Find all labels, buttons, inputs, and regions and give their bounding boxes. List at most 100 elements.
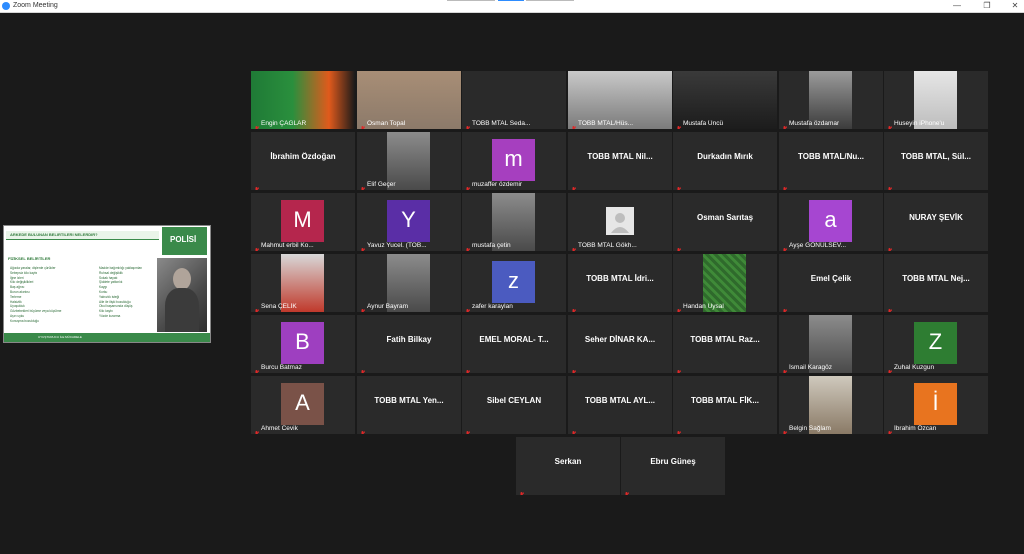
minimize-button[interactable]: — [950, 0, 964, 12]
mic-muted-icon [254, 364, 260, 373]
participant-tile[interactable]: TOBB MTAL AYL... [568, 376, 672, 434]
avatar: İ [914, 383, 957, 425]
participant-tile[interactable]: TOBB MTAL Nil... [568, 132, 672, 190]
participant-tile[interactable]: NURAY ŞEVİK [884, 193, 988, 251]
participant-tile[interactable]: Fatih Bilkay [357, 315, 461, 373]
participant-tile[interactable]: Elif Geçer [357, 132, 461, 190]
mic-muted-icon [887, 181, 893, 190]
participant-tile[interactable]: Sena ÇELİK [251, 254, 355, 312]
participant-label: İbrahim Özcan [894, 425, 937, 432]
mic-muted-icon [571, 120, 577, 129]
participant-tile[interactable]: İ İbrahim Özcan [884, 376, 988, 434]
participant-tile[interactable]: EMEL MORAL- T... [462, 315, 566, 373]
default-avatar-icon [606, 207, 634, 235]
screen-share-panel[interactable]: ARKEDE BULUNAN BELIRTILERI NELERDIR? POL… [3, 225, 211, 343]
mic-muted-icon [782, 303, 788, 312]
participant-tile[interactable]: TOBB MTAL/Hüs... [568, 71, 672, 129]
slide-header-bar: ARKEDE BULUNAN BELIRTILERI NELERDIR? [6, 231, 159, 240]
participant-tile[interactable]: Emel Çelik [779, 254, 883, 312]
slide-right-list: Madde bağımlılığı yaklaşımları Ruhsal de… [99, 266, 159, 319]
participant-label: Aynur Bayram [367, 303, 409, 310]
slide-footer: UYUŞTURUCU İLE MÜCADELE [38, 335, 82, 339]
participant-tile[interactable]: B Burcu Batmaz [251, 315, 355, 373]
police-logo-text: POLİSİ [170, 235, 197, 244]
mic-muted-icon [676, 303, 682, 312]
participant-tile[interactable]: Mustafa Üncü [673, 71, 777, 129]
avatar: A [281, 383, 324, 425]
mic-muted-icon [676, 120, 682, 129]
participant-tile[interactable]: İsmail Karagöz [779, 315, 883, 373]
participant-label: Zuhal Kuzgun [894, 364, 935, 371]
mic-muted-icon [571, 242, 577, 251]
participant-label: Engin ÇAĞLAR [261, 120, 307, 127]
participant-tile[interactable]: Belgin Sağlam [779, 376, 883, 434]
participant-tile[interactable]: M Mahmut erbil Ko... [251, 193, 355, 251]
participant-label: Yavuz Yucel. (TOB... [367, 242, 427, 249]
participant-tile[interactable]: Z Zuhal Kuzgun [884, 315, 988, 373]
participant-tile[interactable]: TOBB MTAL/Nu... [779, 132, 883, 190]
participant-name: TOBB MTAL İdri... [586, 274, 654, 283]
participant-tile[interactable]: Seher DİNAR KA... [568, 315, 672, 373]
participant-tile[interactable]: mustafa çetin [462, 193, 566, 251]
mic-muted-icon [887, 242, 893, 251]
participant-name: TOBB MTAL AYL... [584, 396, 656, 405]
participant-label: TOBB MTAL/Hüs... [578, 120, 634, 127]
slide-header: ARKEDE BULUNAN BELIRTILERI NELERDIR? [10, 232, 98, 237]
participant-tile[interactable]: Mustafa özdamar [779, 71, 883, 129]
participant-tile[interactable]: Sibel CEYLAN [462, 376, 566, 434]
participant-name: Sibel CEYLAN [486, 396, 542, 405]
mic-muted-icon [676, 364, 682, 373]
participant-label: zafer karaylan [472, 303, 513, 310]
mic-muted-icon [676, 242, 682, 251]
participant-tile[interactable]: TOBB MTAL Yen... [357, 376, 461, 434]
mic-muted-icon [254, 242, 260, 251]
participant-name: TOBB MTAL, Sül... [901, 152, 971, 161]
close-button[interactable]: ✕ [1008, 0, 1022, 12]
participant-tile[interactable]: Durkadın Mırık [673, 132, 777, 190]
participant-label: muzaffer özdemir [472, 181, 523, 188]
participant-tile[interactable]: Aynur Bayram [357, 254, 461, 312]
participant-tile[interactable]: TOBB MTAL Seda... [462, 71, 566, 129]
participant-tile[interactable]: TOBB MTAL, Sül... [884, 132, 988, 190]
mic-muted-icon [887, 364, 893, 373]
participant-name: TOBB MTAL Nil... [587, 152, 653, 161]
avatar: Z [914, 322, 957, 364]
participant-label: Elif Geçer [367, 181, 396, 188]
participant-tile[interactable]: TOBB MTAL Gökh... [568, 193, 672, 251]
participant-tile[interactable]: z zafer karaylan [462, 254, 566, 312]
title-indicator [447, 0, 495, 1]
participant-name: TOBB MTAL Nej... [902, 274, 970, 283]
participant-tile[interactable]: TOBB MTAL Raz... [673, 315, 777, 373]
participant-tile[interactable]: Osman Topal [357, 71, 461, 129]
mic-muted-icon [465, 364, 471, 373]
window-title: Zoom Meeting [13, 2, 58, 9]
participant-label: mustafa çetin [472, 242, 511, 249]
participant-label: TOBB MTAL Gökh... [578, 242, 637, 249]
participant-tile[interactable]: Ebru Güneş [621, 437, 725, 495]
participant-tile[interactable]: İbrahim Özdoğan [251, 132, 355, 190]
participant-tile[interactable]: Osman Sarıtaş [673, 193, 777, 251]
participant-label: Ayşe GÖNÜLSEV... [789, 242, 847, 249]
participant-tile[interactable]: TOBB MTAL Nej... [884, 254, 988, 312]
participant-name: Serkan [554, 457, 582, 466]
participant-label: Huseyin iPhone'u [894, 120, 945, 127]
participant-tile[interactable]: Serkan [516, 437, 620, 495]
participant-tile[interactable]: Handan Uysal [673, 254, 777, 312]
mic-muted-icon [887, 120, 893, 129]
mic-muted-icon [782, 242, 788, 251]
participant-tile[interactable]: Huseyin iPhone'u [884, 71, 988, 129]
mic-muted-icon [624, 486, 630, 495]
participant-tile[interactable]: m muzaffer özdemir [462, 132, 566, 190]
participant-tile[interactable]: A Ahmet Cevik [251, 376, 355, 434]
mic-muted-icon [254, 181, 260, 190]
participant-tile[interactable]: Y Yavuz Yucel. (TOB... [357, 193, 461, 251]
participant-tile[interactable]: a Ayşe GÖNÜLSEV... [779, 193, 883, 251]
mic-muted-icon [360, 120, 366, 129]
restore-button[interactable]: ❐ [980, 0, 994, 12]
participant-tile[interactable]: TOBB MTAL FİK... [673, 376, 777, 434]
slide-list-item: Yüzde kızarma [99, 313, 121, 318]
mic-muted-icon [360, 364, 366, 373]
participant-tile[interactable]: Engin ÇAĞLAR [251, 71, 355, 129]
participant-tile[interactable]: TOBB MTAL İdri... [568, 254, 672, 312]
participant-name: Osman Sarıtaş [696, 213, 754, 222]
